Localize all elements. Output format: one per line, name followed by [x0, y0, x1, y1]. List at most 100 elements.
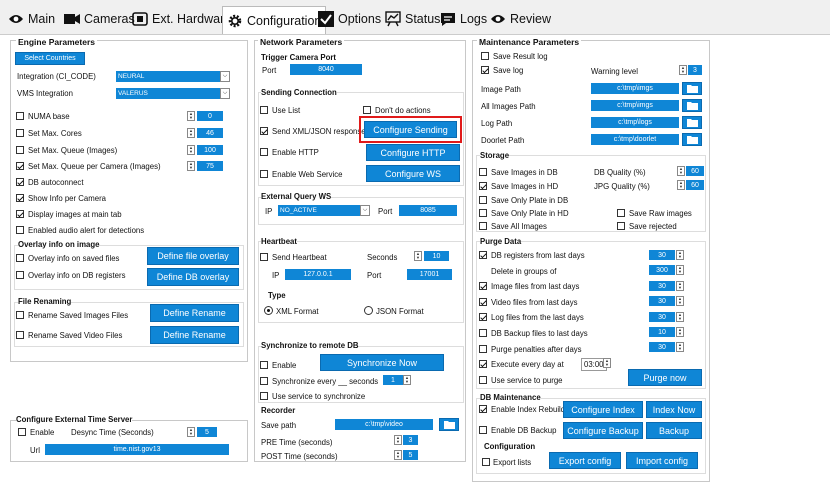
rename-videos-checkbox[interactable] — [16, 331, 24, 339]
purge-penalties-spinner[interactable]: ▲ ▼ — [676, 342, 684, 352]
sync-enable-checkbox[interactable] — [260, 361, 268, 369]
db-quality-spinner[interactable]: ▲ ▼ — [677, 166, 685, 176]
save-result-log-checkbox[interactable] — [481, 52, 489, 60]
db-registers-spinner[interactable]: ▲ ▼ — [676, 250, 684, 260]
max-queue-checkbox[interactable] — [16, 146, 24, 154]
enable-web-service-checkbox[interactable] — [260, 170, 268, 178]
heartbeat-port-input[interactable]: 17001 — [407, 269, 452, 280]
heartbeat-ip-input[interactable]: 127.0.0.1 — [285, 269, 351, 280]
pre-time-value[interactable]: 3 — [403, 435, 418, 445]
browse-all-images-path-button[interactable] — [682, 99, 702, 112]
tab-status[interactable]: Status — [385, 8, 440, 30]
max-queue-camera-value[interactable]: 75 — [197, 161, 223, 171]
save-plate-db-checkbox[interactable] — [479, 196, 487, 204]
post-time-spinner[interactable]: ▲ ▼ — [394, 450, 402, 460]
max-cores-spinner[interactable]: ▲ ▼ — [187, 128, 195, 138]
export-config-button[interactable]: Export config — [549, 452, 621, 469]
sync-every-value[interactable]: 1 — [383, 375, 403, 385]
browse-image-path-button[interactable] — [682, 82, 702, 95]
log-files-spinner[interactable]: ▲ ▼ — [676, 312, 684, 322]
define-rename-images-button[interactable]: Define Rename — [150, 304, 239, 322]
log-path-input[interactable]: c:\tmp\logs — [591, 117, 679, 128]
purge-penalties-checkbox[interactable] — [479, 345, 487, 353]
numa-base-checkbox[interactable] — [16, 112, 24, 120]
enable-index-checkbox[interactable] — [479, 405, 487, 413]
all-images-path-input[interactable]: c:\tmp\imgs — [591, 100, 679, 111]
image-files-spinner[interactable]: ▲ ▼ — [676, 281, 684, 291]
db-backup-files-checkbox[interactable] — [479, 329, 487, 337]
use-list-checkbox[interactable] — [260, 106, 268, 114]
enable-http-checkbox[interactable] — [260, 148, 268, 156]
tab-configuration[interactable]: Configuration — [222, 6, 327, 34]
define-rename-videos-button[interactable]: Define Rename — [150, 326, 239, 344]
video-files-checkbox[interactable] — [479, 298, 487, 306]
backup-button[interactable]: Backup — [646, 422, 702, 439]
purge-penalties-value[interactable]: 30 — [649, 342, 675, 352]
save-plate-hd-checkbox[interactable] — [479, 209, 487, 217]
max-queue-spinner[interactable]: ▲ ▼ — [187, 145, 195, 155]
save-path-input[interactable]: c:\tmp\video — [335, 419, 433, 430]
overlay-db-checkbox[interactable] — [16, 271, 24, 279]
video-files-value[interactable]: 30 — [649, 296, 675, 306]
xml-format-radio[interactable] — [264, 306, 273, 315]
save-rejected-checkbox[interactable] — [617, 222, 625, 230]
max-queue-camera-checkbox[interactable] — [16, 162, 24, 170]
define-db-overlay-button[interactable]: Define DB overlay — [147, 268, 239, 286]
jpg-quality-value[interactable]: 60 — [686, 180, 704, 190]
image-path-input[interactable]: c:\tmp\imgs — [591, 83, 679, 94]
doorlet-path-input[interactable]: c:\tmp\doorlet — [591, 134, 679, 145]
send-heartbeat-checkbox[interactable] — [260, 253, 268, 261]
tab-cameras[interactable]: Cameras — [64, 8, 135, 30]
numa-base-value[interactable]: 0 — [197, 111, 223, 121]
db-backup-files-value[interactable]: 10 — [649, 327, 675, 337]
db-backup-files-spinner[interactable]: ▲ ▼ — [676, 327, 684, 337]
browse-log-path-button[interactable] — [682, 116, 702, 129]
browse-save-path-button[interactable] — [439, 418, 459, 431]
save-images-db-checkbox[interactable] — [479, 168, 487, 176]
enable-backup-checkbox[interactable] — [479, 426, 487, 434]
warning-level-spinner[interactable]: ▲ ▼ — [679, 65, 687, 75]
tab-logs[interactable]: Logs — [440, 8, 487, 30]
heartbeat-seconds-value[interactable]: 10 — [424, 251, 449, 261]
purge-now-button[interactable]: Purge now — [628, 369, 702, 386]
dont-do-actions-checkbox[interactable] — [363, 106, 371, 114]
log-files-value[interactable]: 30 — [649, 312, 675, 322]
execute-every-checkbox[interactable] — [479, 360, 487, 368]
tab-ext-hardware[interactable]: Ext. Hardware — [132, 8, 231, 30]
video-files-spinner[interactable]: ▲ ▼ — [676, 296, 684, 306]
execute-time-spinner[interactable]: ▲ ▼ — [603, 358, 611, 368]
vms-integration-select[interactable]: VALERUS ⌵ — [116, 88, 230, 99]
heartbeat-seconds-spinner[interactable]: ▲ ▼ — [414, 251, 422, 261]
overlay-saved-checkbox[interactable] — [16, 254, 24, 262]
display-images-checkbox[interactable] — [16, 210, 24, 218]
rename-images-checkbox[interactable] — [16, 311, 24, 319]
pre-time-spinner[interactable]: ▲ ▼ — [394, 435, 402, 445]
configure-ws-button[interactable]: Configure WS — [366, 165, 460, 182]
max-queue-camera-spinner[interactable]: ▲ ▼ — [187, 161, 195, 171]
image-files-value[interactable]: 30 — [649, 281, 675, 291]
tab-main[interactable]: Main — [8, 8, 55, 30]
log-files-checkbox[interactable] — [479, 313, 487, 321]
sync-every-spinner[interactable]: ▲ ▼ — [403, 375, 411, 385]
select-countries-button[interactable]: Select Countries — [15, 52, 85, 65]
browse-doorlet-path-button[interactable] — [682, 133, 702, 146]
save-raw-checkbox[interactable] — [617, 209, 625, 217]
save-images-hd-checkbox[interactable] — [479, 182, 487, 190]
configure-sending-button[interactable]: Configure Sending — [364, 121, 457, 138]
tab-review[interactable]: Review — [490, 8, 551, 30]
query-ip-select[interactable]: NO_ACTIVE ⌵ — [278, 205, 370, 216]
json-format-radio[interactable] — [364, 306, 373, 315]
warning-level-value[interactable]: 3 — [688, 65, 702, 75]
index-now-button[interactable]: Index Now — [646, 401, 702, 418]
post-time-value[interactable]: 5 — [403, 450, 418, 460]
url-input[interactable]: time.nist.gov13 — [45, 444, 229, 455]
max-cores-checkbox[interactable] — [16, 129, 24, 137]
max-queue-value[interactable]: 100 — [197, 145, 223, 155]
numa-base-spinner[interactable]: ▲ ▼ — [187, 111, 195, 121]
desync-time-value[interactable]: 5 — [197, 427, 217, 437]
save-all-checkbox[interactable] — [479, 222, 487, 230]
import-config-button[interactable]: Import config — [626, 452, 698, 469]
image-files-checkbox[interactable] — [479, 282, 487, 290]
db-quality-value[interactable]: 60 — [686, 166, 704, 176]
configure-index-button[interactable]: Configure Index — [563, 401, 643, 418]
